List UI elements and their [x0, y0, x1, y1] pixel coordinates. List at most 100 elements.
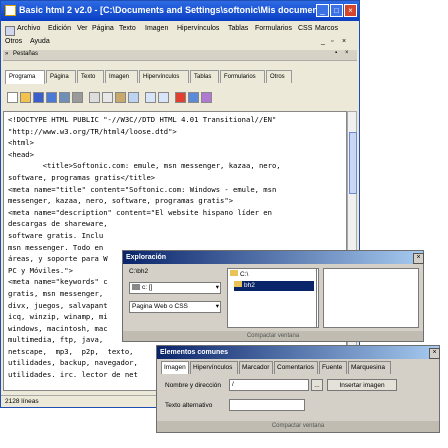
common-close-button[interactable]: × [429, 348, 440, 359]
tab-marcador[interactable]: Marcador [239, 361, 273, 374]
tab-hipervinculos[interactable]: Hipervínculos [190, 361, 238, 374]
undo-icon[interactable] [145, 92, 156, 103]
folder-item-root[interactable]: C:\ [230, 270, 248, 280]
tab-fuente[interactable]: Fuente [319, 361, 347, 374]
tabs-panel-header: » Pestañas ▪ × [3, 50, 357, 61]
code-line: descargas de shareware, [8, 219, 108, 229]
menu-edicion[interactable]: Edición [48, 25, 71, 32]
explorer-compact-button[interactable]: Compactar ventana [123, 331, 423, 341]
open-folder-icon[interactable] [20, 92, 31, 103]
copy-icon[interactable] [102, 92, 113, 103]
window-title: Basic html 2 v2.0 - [C:\Documents and Se… [19, 5, 326, 15]
print-icon[interactable] [72, 92, 83, 103]
close-button[interactable]: × [344, 4, 357, 17]
menu-otros[interactable]: Otros [5, 38, 22, 45]
save-icon[interactable] [33, 92, 44, 103]
save-all-icon[interactable] [46, 92, 57, 103]
tab-comentarios[interactable]: Comentarios [274, 361, 318, 374]
line-count: 2128 líneas [5, 398, 39, 405]
explorer-dialog: Exploración × C:\bh2 c: [] ▾ Pagina Web … [122, 250, 424, 342]
drive-select[interactable]: c: [] ▾ [129, 282, 221, 294]
scrollbar-thumb[interactable] [349, 132, 357, 194]
delete-icon[interactable] [175, 92, 186, 103]
folder-icon [230, 270, 238, 276]
tab-imagen[interactable]: Imagen [105, 70, 138, 83]
explorer-path: C:\bh2 [129, 268, 149, 275]
panel-pin-icon[interactable]: ▪ [335, 50, 337, 56]
new-file-icon[interactable] [7, 92, 18, 103]
preview-icon[interactable] [59, 92, 70, 103]
find-icon[interactable] [128, 92, 139, 103]
code-line: <title>Softonic.com: emule, msn messenge… [8, 161, 281, 171]
explorer-close-button[interactable]: × [413, 253, 424, 264]
file-type-select[interactable]: Pagina Web o CSS ▾ [129, 301, 221, 313]
explorer-title: Exploración [123, 251, 423, 264]
name-address-input[interactable]: / [229, 379, 309, 391]
code-line: software, programas gratis</title> [8, 172, 156, 182]
file-type-label: Pagina Web o CSS [132, 303, 188, 310]
tab-programa[interactable]: Programa [5, 70, 45, 84]
tab-texto[interactable]: Texto [77, 70, 104, 83]
name-address-label: Nombre y dirección [165, 382, 221, 389]
menu-formularios[interactable]: Formularios [255, 25, 292, 32]
tools-icon[interactable] [201, 92, 212, 103]
child-minimize-button[interactable]: _ [321, 38, 325, 45]
common-elements-dialog: Elementos comunes × Imagen Hipervínculos… [156, 345, 440, 433]
code-line: <head> [8, 149, 34, 159]
minimize-button[interactable]: _ [316, 4, 329, 17]
folder-list[interactable]: C:\ bh2 [227, 268, 317, 328]
menu-marcos[interactable]: Marcos [315, 25, 338, 32]
panel-close-icon[interactable]: × [345, 50, 349, 56]
common-elements-title: Elementos comunes [157, 346, 439, 359]
tab-hipervinculos[interactable]: Hipervínculos [139, 70, 189, 83]
menu-imagen[interactable]: Imagen [145, 25, 168, 32]
alt-text-input[interactable] [229, 399, 305, 411]
maximize-button[interactable]: □ [330, 4, 343, 17]
redo-icon[interactable] [158, 92, 169, 103]
browse-button[interactable]: ... [311, 379, 323, 391]
alt-text-label: Texto alternativo [165, 402, 213, 409]
document-icon[interactable] [5, 26, 15, 36]
tab-formularios[interactable]: Formularios [220, 70, 265, 83]
tab-imagen[interactable]: Imagen [161, 361, 189, 374]
code-line: messenger, kazaa, nero, software, progra… [8, 196, 234, 206]
code-line: <meta name="description" content="El web… [8, 207, 272, 217]
menu-hipervinculos[interactable]: Hipervínculos [177, 25, 219, 32]
chevron-down-icon: ▾ [215, 303, 219, 310]
explorer-preview [323, 268, 419, 328]
drive-icon [132, 284, 140, 291]
child-close-button[interactable]: × [342, 38, 346, 45]
folder-label: C:\ [240, 271, 249, 278]
code-line: <html> [8, 138, 34, 148]
menu-tablas[interactable]: Tablas [228, 25, 248, 32]
cut-icon[interactable] [89, 92, 100, 103]
format-icon[interactable] [188, 92, 199, 103]
menu-ayuda[interactable]: Ayuda [30, 38, 50, 45]
panel-arrow-icon: » [5, 51, 9, 57]
folder-item-bh2[interactable]: bh2 [234, 281, 314, 291]
common-compact-button[interactable]: Compactar ventana [157, 421, 439, 432]
chevron-down-icon: ▾ [215, 284, 219, 291]
tab-tablas[interactable]: Tablas [190, 70, 219, 83]
panel-title: Pestañas [13, 51, 39, 57]
code-line: <!DOCTYPE HTML PUBLIC "-//W3C//DTD HTML … [8, 115, 277, 124]
code-line: software gratis. Inclu [8, 230, 104, 240]
tab-otros[interactable]: Otros [266, 70, 292, 83]
code-line: <meta name="title" content="Softonic.com… [8, 184, 277, 194]
child-restore-button[interactable]: ▫ [331, 38, 333, 45]
menu-texto[interactable]: Texto [119, 25, 136, 32]
menu-ver[interactable]: Ver [77, 25, 88, 32]
title-bar: Basic html 2 v2.0 - [C:\Documents and Se… [1, 1, 359, 21]
drive-label: c: [] [142, 284, 153, 291]
tab-pagina[interactable]: Página [46, 70, 76, 83]
menu-css[interactable]: CSS [298, 25, 312, 32]
menu-bar: Archivo Edición Ver Página Texto Imagen … [1, 22, 359, 48]
tab-marquesina[interactable]: Marquesina [348, 361, 391, 374]
menu-archivo[interactable]: Archivo [17, 25, 40, 32]
folder-open-icon [234, 281, 242, 287]
paste-icon[interactable] [115, 92, 126, 103]
code-line: "http://www.w3.org/TR/html4/loose.dtd"> [8, 126, 177, 136]
insert-image-button[interactable]: Insertar imagen [327, 379, 397, 391]
app-icon [5, 5, 16, 16]
menu-pagina[interactable]: Página [92, 25, 114, 32]
